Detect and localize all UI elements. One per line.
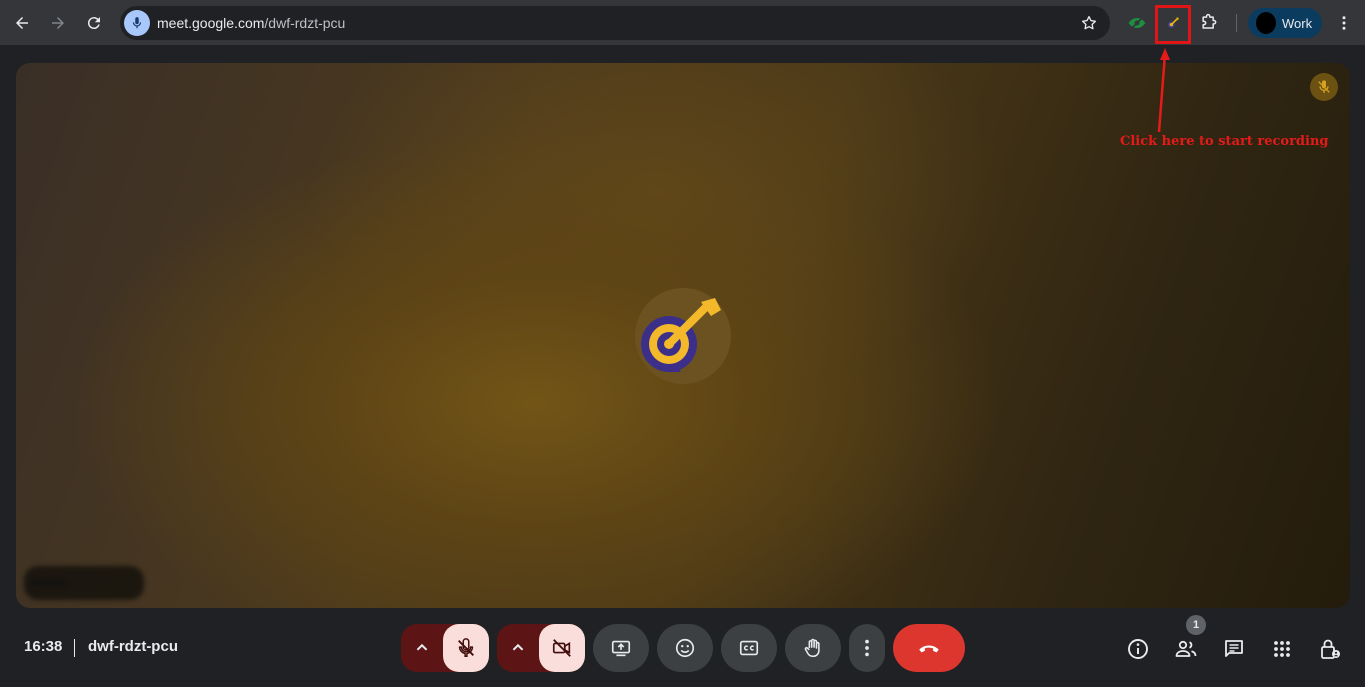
activities-button[interactable]	[1269, 636, 1295, 662]
eye-extension-button[interactable]	[1121, 7, 1153, 39]
participant-name-label: ••••••••	[24, 566, 144, 600]
meeting-code: dwf-rdzt-pcu	[88, 638, 178, 655]
mic-toggle-button[interactable]	[443, 624, 489, 672]
participant-avatar	[635, 288, 731, 384]
avatar	[1256, 12, 1276, 34]
reload-button[interactable]	[78, 7, 110, 39]
forward-button[interactable]	[42, 7, 74, 39]
chat-icon	[1225, 640, 1243, 657]
meeting-info-divider	[74, 639, 75, 657]
closed-captions-icon	[739, 640, 759, 656]
profile-label: Work	[1282, 15, 1313, 31]
call-end-icon	[919, 645, 939, 653]
video-settings-button[interactable]	[497, 624, 539, 672]
chevron-up-icon	[416, 643, 428, 651]
dartboard-logo-icon	[641, 298, 721, 372]
back-button[interactable]	[6, 7, 38, 39]
arrow-right-icon	[52, 17, 64, 29]
chevron-up-icon	[512, 643, 524, 651]
reload-icon	[87, 17, 100, 30]
present-screen-button[interactable]	[593, 624, 649, 672]
profile-button[interactable]: Work	[1248, 8, 1322, 38]
apps-grid-icon	[1274, 641, 1290, 657]
annotation-text: Click here to start recording	[1120, 134, 1329, 149]
raise-hand-button[interactable]	[785, 624, 841, 672]
more-options-button[interactable]	[849, 624, 885, 672]
puzzle-icon	[1202, 13, 1217, 29]
chat-button[interactable]	[1221, 636, 1247, 662]
url-text: meet.google.com/dwf-rdzt-pcu	[157, 15, 345, 31]
audio-settings-button[interactable]	[401, 624, 443, 672]
mic-icon	[132, 17, 142, 29]
mic-control-group	[401, 624, 489, 672]
browser-toolbar: meet.google.com/dwf-rdzt-pcu Work	[0, 0, 1365, 46]
camera-off-icon	[552, 639, 571, 657]
extensions-button[interactable]	[1193, 7, 1225, 39]
camera-toggle-button[interactable]	[539, 624, 585, 672]
leave-call-button[interactable]	[893, 624, 965, 672]
address-bar[interactable]: meet.google.com/dwf-rdzt-pcu	[120, 6, 1110, 40]
eye-extension-icon	[1128, 16, 1146, 30]
recorder-highlight-box	[1155, 5, 1191, 44]
mic-off-icon	[1318, 80, 1330, 93]
info-icon	[1128, 639, 1148, 659]
mic-off-icon	[458, 638, 475, 657]
people-icon	[1175, 640, 1197, 657]
people-count-badge: 1	[1186, 615, 1206, 635]
reactions-button[interactable]	[657, 624, 713, 672]
emoji-icon	[675, 638, 695, 658]
hand-icon	[804, 638, 820, 658]
present-screen-icon	[611, 640, 631, 657]
more-vert-icon	[865, 639, 869, 657]
annotation-arrow	[1157, 48, 1170, 133]
participant-name-text: ••••••••	[30, 573, 66, 593]
host-controls-button[interactable]	[1317, 636, 1343, 662]
lock-person-icon	[1321, 639, 1340, 659]
camera-control-group	[497, 624, 585, 672]
more-vert-icon	[1342, 16, 1346, 30]
arrow-left-icon	[16, 17, 28, 29]
star-icon[interactable]	[1080, 14, 1098, 32]
participant-muted-indicator	[1310, 73, 1338, 101]
browser-menu-button[interactable]	[1332, 11, 1356, 35]
url-path: /dwf-rdzt-pcu	[264, 15, 346, 31]
url-host: meet.google.com	[157, 15, 265, 31]
people-button[interactable]	[1173, 636, 1199, 662]
toolbar-divider	[1236, 14, 1237, 32]
meeting-time: 16:38	[24, 638, 63, 655]
meeting-details-button[interactable]	[1125, 636, 1151, 662]
captions-button[interactable]	[721, 624, 777, 672]
site-info-button[interactable]	[124, 10, 150, 36]
